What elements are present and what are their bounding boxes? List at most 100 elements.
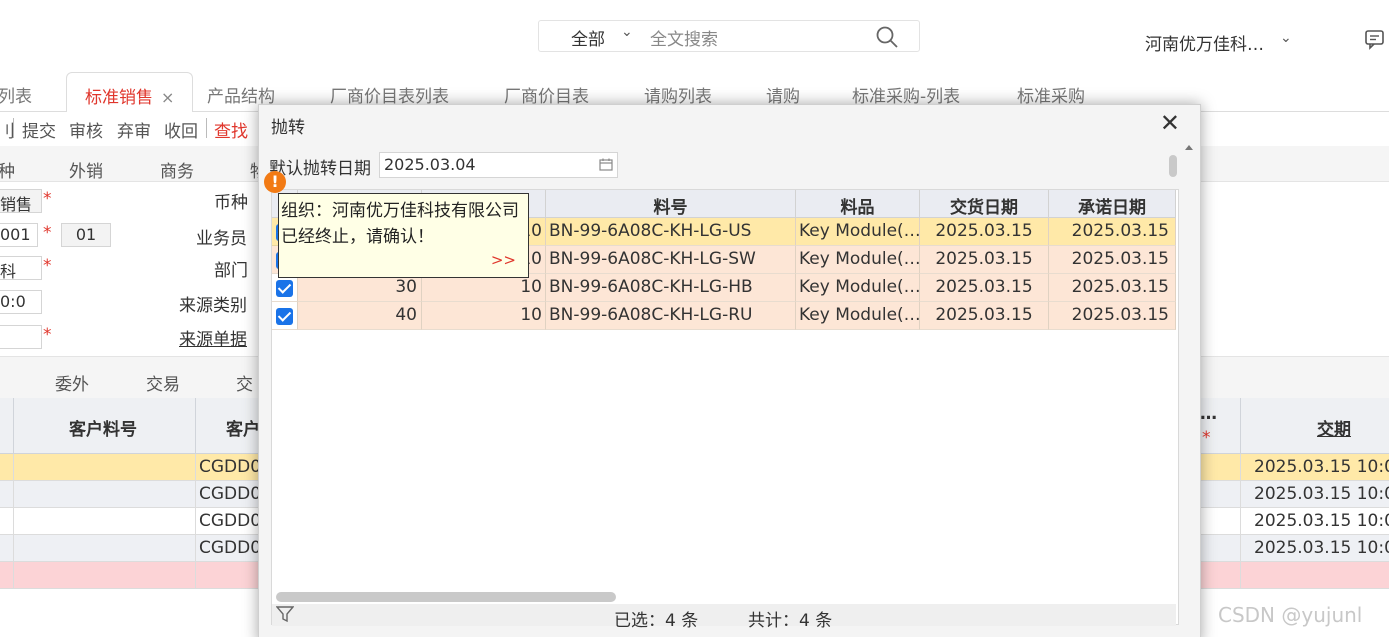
tab-standard-sales[interactable]: 标准销售 × (66, 72, 194, 113)
col-divider (1240, 454, 1241, 589)
chevron-down-icon[interactable]: ⌄ (1280, 30, 1292, 46)
col-part-no[interactable]: 料号 (546, 190, 796, 218)
scroll-up-icon[interactable] (1185, 145, 1193, 150)
transfer-dialog: 抛转 ✕ 默认抛转日期 2025.03.04 料号 料品 交货日期 承诺日期 1… (258, 104, 1201, 637)
chevron-down-icon[interactable]: ⌄ (621, 24, 633, 40)
delivery-cell: 2025.03.15 (920, 302, 1049, 330)
item-cell: Key Module(… (796, 274, 920, 302)
approve-button[interactable]: 审核 (69, 117, 103, 142)
filter-icon[interactable] (276, 606, 294, 623)
item-cell: Key Module(… (796, 218, 920, 246)
horizontal-scrollbar[interactable] (276, 592, 616, 602)
required-mark: * (43, 189, 52, 209)
detail-tab[interactable]: 交 (236, 370, 253, 395)
close-icon[interactable]: ✕ (1160, 111, 1180, 135)
department-label: 部门 (214, 261, 248, 281)
row-checkbox-cell[interactable] (272, 274, 298, 302)
detail-tab-trade[interactable]: 交易 (146, 370, 180, 395)
col-truncated[interactable]: … (1200, 404, 1217, 424)
search-icon[interactable] (875, 25, 899, 49)
promise-cell: 2025.03.15 (1049, 274, 1176, 302)
col-due-date[interactable]: 交期 (1317, 415, 1351, 440)
due-date-cell: 2025.03.15 10:07 (1254, 538, 1389, 558)
col-item[interactable]: 料品 (796, 190, 920, 218)
required-mark: * (43, 256, 52, 276)
watermark: CSDN @yujunl (1218, 603, 1363, 627)
delivery-cell: 2025.03.15 (920, 274, 1049, 302)
col-customer[interactable]: 客户 (226, 415, 260, 440)
customer-code-cell: CGDD0 (199, 484, 262, 504)
promise-cell: 2025.03.15 (1049, 218, 1176, 246)
search-scope-select[interactable]: 全部 (571, 25, 605, 50)
col-delivery[interactable]: 交货日期 (920, 190, 1049, 218)
part-no-cell: BN-99-6A08C-KH-LG-RU (546, 302, 796, 330)
unapprove-button[interactable]: 弃审 (117, 117, 151, 142)
row-checkbox[interactable] (276, 308, 293, 325)
row-checkbox-cell[interactable] (272, 302, 298, 330)
delivery-cell: 2025.03.15 (920, 218, 1049, 246)
tooltip-more-link[interactable]: >> (491, 251, 516, 269)
part-no-cell: BN-99-6A08C-KH-LG-HB (546, 274, 796, 302)
dialog-title: 抛转 (271, 118, 305, 138)
date-field[interactable]: 0:0 (0, 290, 42, 314)
total-count: 共计：4 条 (748, 611, 833, 631)
col-divider (13, 454, 14, 589)
part-no-cell: BN-99-6A08C-KH-LG-US (546, 218, 796, 246)
item-cell: Key Module(… (796, 246, 920, 274)
delivery-cell: 2025.03.15 (920, 246, 1049, 274)
default-date-value: 2025.03.04 (384, 155, 476, 174)
calendar-icon[interactable] (599, 158, 613, 171)
promise-cell: 2025.03.15 (1049, 302, 1176, 330)
find-button[interactable]: 查找 (214, 117, 248, 142)
table-row[interactable]: 40 10 BN-99-6A08C-KH-LG-RU Key Module(… … (272, 302, 1176, 330)
top-bar: 全部 ⌄ 全文搜索 河南优万佳科… ⌄ (0, 0, 1389, 72)
qty-cell: 10 (422, 274, 546, 302)
row-checkbox[interactable] (276, 280, 293, 297)
tab-list[interactable]: 列表 (0, 82, 32, 107)
part-no-cell: BN-99-6A08C-KH-LG-SW (546, 246, 796, 274)
toolbar-divider (206, 118, 207, 138)
tab-label: 标准销售 (85, 88, 153, 108)
line-cell: 30 (298, 274, 422, 302)
customer-code-cell: CGDD0 (199, 457, 262, 477)
source-doc-link[interactable]: 来源单据 (179, 325, 247, 350)
global-search[interactable]: 全部 ⌄ 全文搜索 (538, 20, 920, 52)
required-mark: * (43, 223, 52, 243)
qty-cell: 10 (422, 302, 546, 330)
sub-code-field[interactable]: 01 (61, 223, 111, 247)
sales-type-field[interactable]: 销售 (0, 189, 42, 213)
close-icon[interactable]: × (161, 88, 174, 107)
detail-tab-outsource[interactable]: 委外 (55, 370, 89, 395)
required-mark: * (1202, 428, 1211, 448)
col-divider (13, 398, 14, 454)
search-input[interactable]: 全文搜索 (650, 25, 718, 50)
message-icon[interactable] (1364, 28, 1386, 50)
col-customer-part[interactable]: 客户料号 (69, 415, 137, 440)
submit-button[interactable]: 提交 (22, 117, 56, 142)
col-divider (195, 398, 196, 454)
warning-tooltip: 组织：河南优万佳科技有限公司 已经终止，请确认！ >> (278, 193, 529, 278)
col-promise[interactable]: 承诺日期 (1049, 190, 1176, 218)
withdraw-button[interactable]: 收回 (164, 117, 198, 142)
section-tab-export[interactable]: 外销 (69, 157, 103, 182)
required-mark: * (43, 325, 52, 345)
date-field-2[interactable] (0, 325, 42, 349)
section-tab-business[interactable]: 商务 (160, 157, 194, 182)
selected-count: 已选：4 条 (614, 611, 699, 631)
col-divider (195, 454, 196, 589)
currency-label: 币种 (214, 193, 248, 213)
tooltip-org-text: 组织：河南优万佳科技有限公司 (281, 201, 519, 221)
section-tab[interactable]: 种 (0, 157, 15, 182)
table-row[interactable]: 30 10 BN-99-6A08C-KH-LG-HB Key Module(… … (272, 274, 1176, 302)
org-switcher[interactable]: 河南优万佳科… (1145, 30, 1264, 55)
due-date-cell: 2025.03.15 10:07 (1254, 484, 1389, 504)
line-cell: 40 (298, 302, 422, 330)
warning-icon[interactable]: ! (264, 171, 286, 193)
vertical-scrollbar[interactable] (1169, 155, 1177, 177)
code-field[interactable]: 001 (0, 223, 38, 247)
default-date-input[interactable]: 2025.03.04 (379, 152, 618, 178)
due-date-cell: 2025.03.15 10:07 (1254, 457, 1389, 477)
col-divider (1240, 398, 1241, 454)
tooltip-terminated-text: 已经终止，请确认！ (281, 227, 434, 247)
dept-code-field[interactable]: 科 (0, 256, 42, 280)
